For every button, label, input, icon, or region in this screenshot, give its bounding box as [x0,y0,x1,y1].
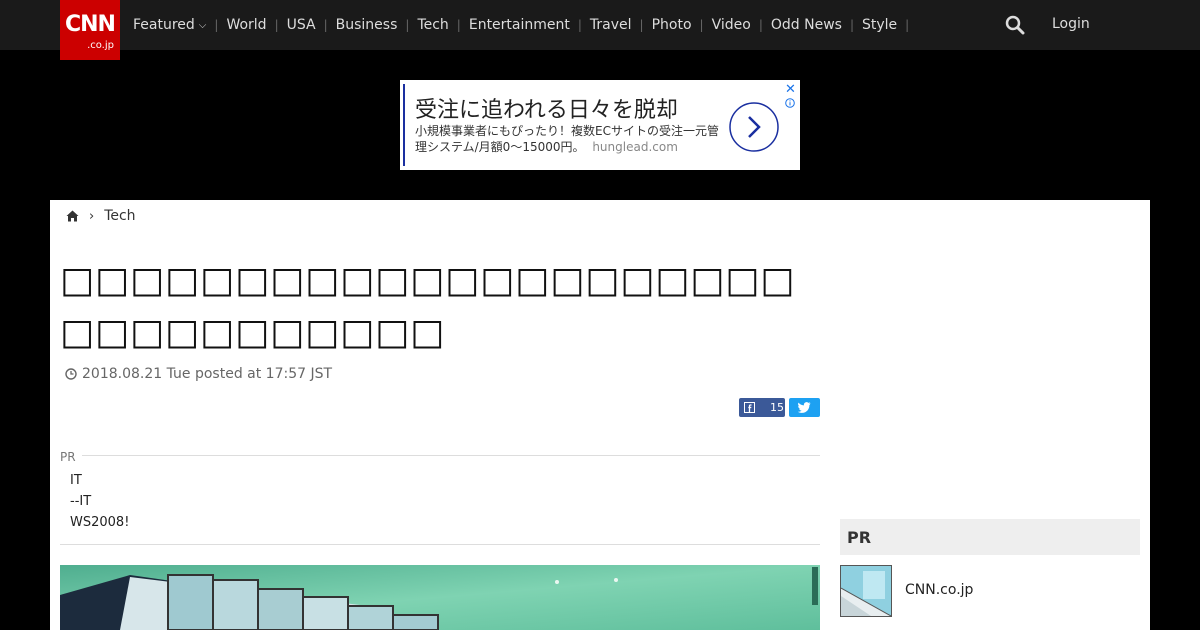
nav-label: Featured [133,17,195,33]
home-icon[interactable] [66,210,79,222]
nav-separator: | [456,18,461,32]
nav-separator: | [323,18,328,32]
twitter-share-button[interactable] [789,398,820,417]
pr-link[interactable]: --IT [70,491,129,512]
date-text: 2018.08.21 Tue posted at 17:57 JST [82,366,333,382]
breadcrumb-section[interactable]: Tech [104,208,135,224]
ad-accent-bar [403,84,405,166]
nav-separator: | [849,18,854,32]
login-link[interactable]: Login [1052,16,1090,32]
ad-close-icon[interactable]: ✕ [785,82,796,97]
sidebar-pr-header: PR [840,519,1140,555]
nav-separator: | [405,18,410,32]
ad-arrow-button[interactable] [728,101,780,153]
nav-separator: | [214,18,219,32]
ad-domain: hunglead.com [592,140,678,154]
nav-separator: | [639,18,644,32]
sidebar-pr-link[interactable]: CNN.co.jp [905,582,973,598]
search-icon[interactable] [1005,15,1025,35]
thumbnail-image [841,566,891,616]
article-date: 2018.08.21 Tue posted at 17:57 JST [65,366,332,382]
pr-divider [82,455,820,456]
pr-divider-bottom [60,544,820,545]
nav-world[interactable]: World [226,17,266,33]
twitter-icon [798,402,811,413]
ad-body: 小規模事業者にもぴったり！複数ECサイトの受注一元管理システム/月額0〜1500… [415,123,725,155]
pr-label: PR [60,450,76,464]
share-count: 15 [770,401,784,414]
pr-link[interactable]: IT [70,470,129,491]
nav-photo[interactable]: Photo [652,17,692,33]
logo-text: CNN [65,12,116,37]
nav-style[interactable]: Style [862,17,897,33]
nav-video[interactable]: Video [712,17,751,33]
nav-odd-news[interactable]: Odd News [771,17,842,33]
nav-separator: | [577,18,582,32]
nav-travel[interactable]: Travel [590,17,632,33]
facebook-share-button[interactable]: 15 [739,398,785,417]
sidebar-thumbnail[interactable] [840,565,892,617]
nav-separator: | [905,18,910,32]
clock-icon [65,368,77,380]
chevron-down-icon: ⌵ [198,19,207,31]
cnn-logo[interactable]: CNN .co.jp [60,0,120,60]
article-hero-image [60,565,820,630]
nav-usa[interactable]: USA [287,17,316,33]
facebook-icon [744,402,755,413]
pr-link-list: IT --IT WS2008! [70,470,129,533]
chevron-right-icon: › [89,208,95,224]
nav-separator: | [758,18,763,32]
nav-separator: | [699,18,704,32]
nav-entertainment[interactable]: Entertainment [469,17,570,33]
nav-featured[interactable]: Featured ⌵ [133,17,206,33]
sidebar-pr-title: PR [847,528,872,547]
ad-headline[interactable]: 受注に追われる日々を脱却 [415,92,678,124]
logo-subtext: .co.jp [87,40,114,51]
nav-tech[interactable]: Tech [417,17,448,33]
nav-separator: | [274,18,279,32]
breadcrumb: › Tech [66,208,136,224]
nav-business[interactable]: Business [336,17,398,33]
main-nav: Featured ⌵ | World | USA | Business | Te… [133,0,917,50]
hero-photo [60,565,820,630]
pr-link[interactable]: WS2008! [70,512,129,533]
article-title: □□□□□□□□□□□□□□□□□□□□□□□□□□□□□□□□ [60,260,796,353]
ad-info-icon[interactable] [785,98,795,108]
